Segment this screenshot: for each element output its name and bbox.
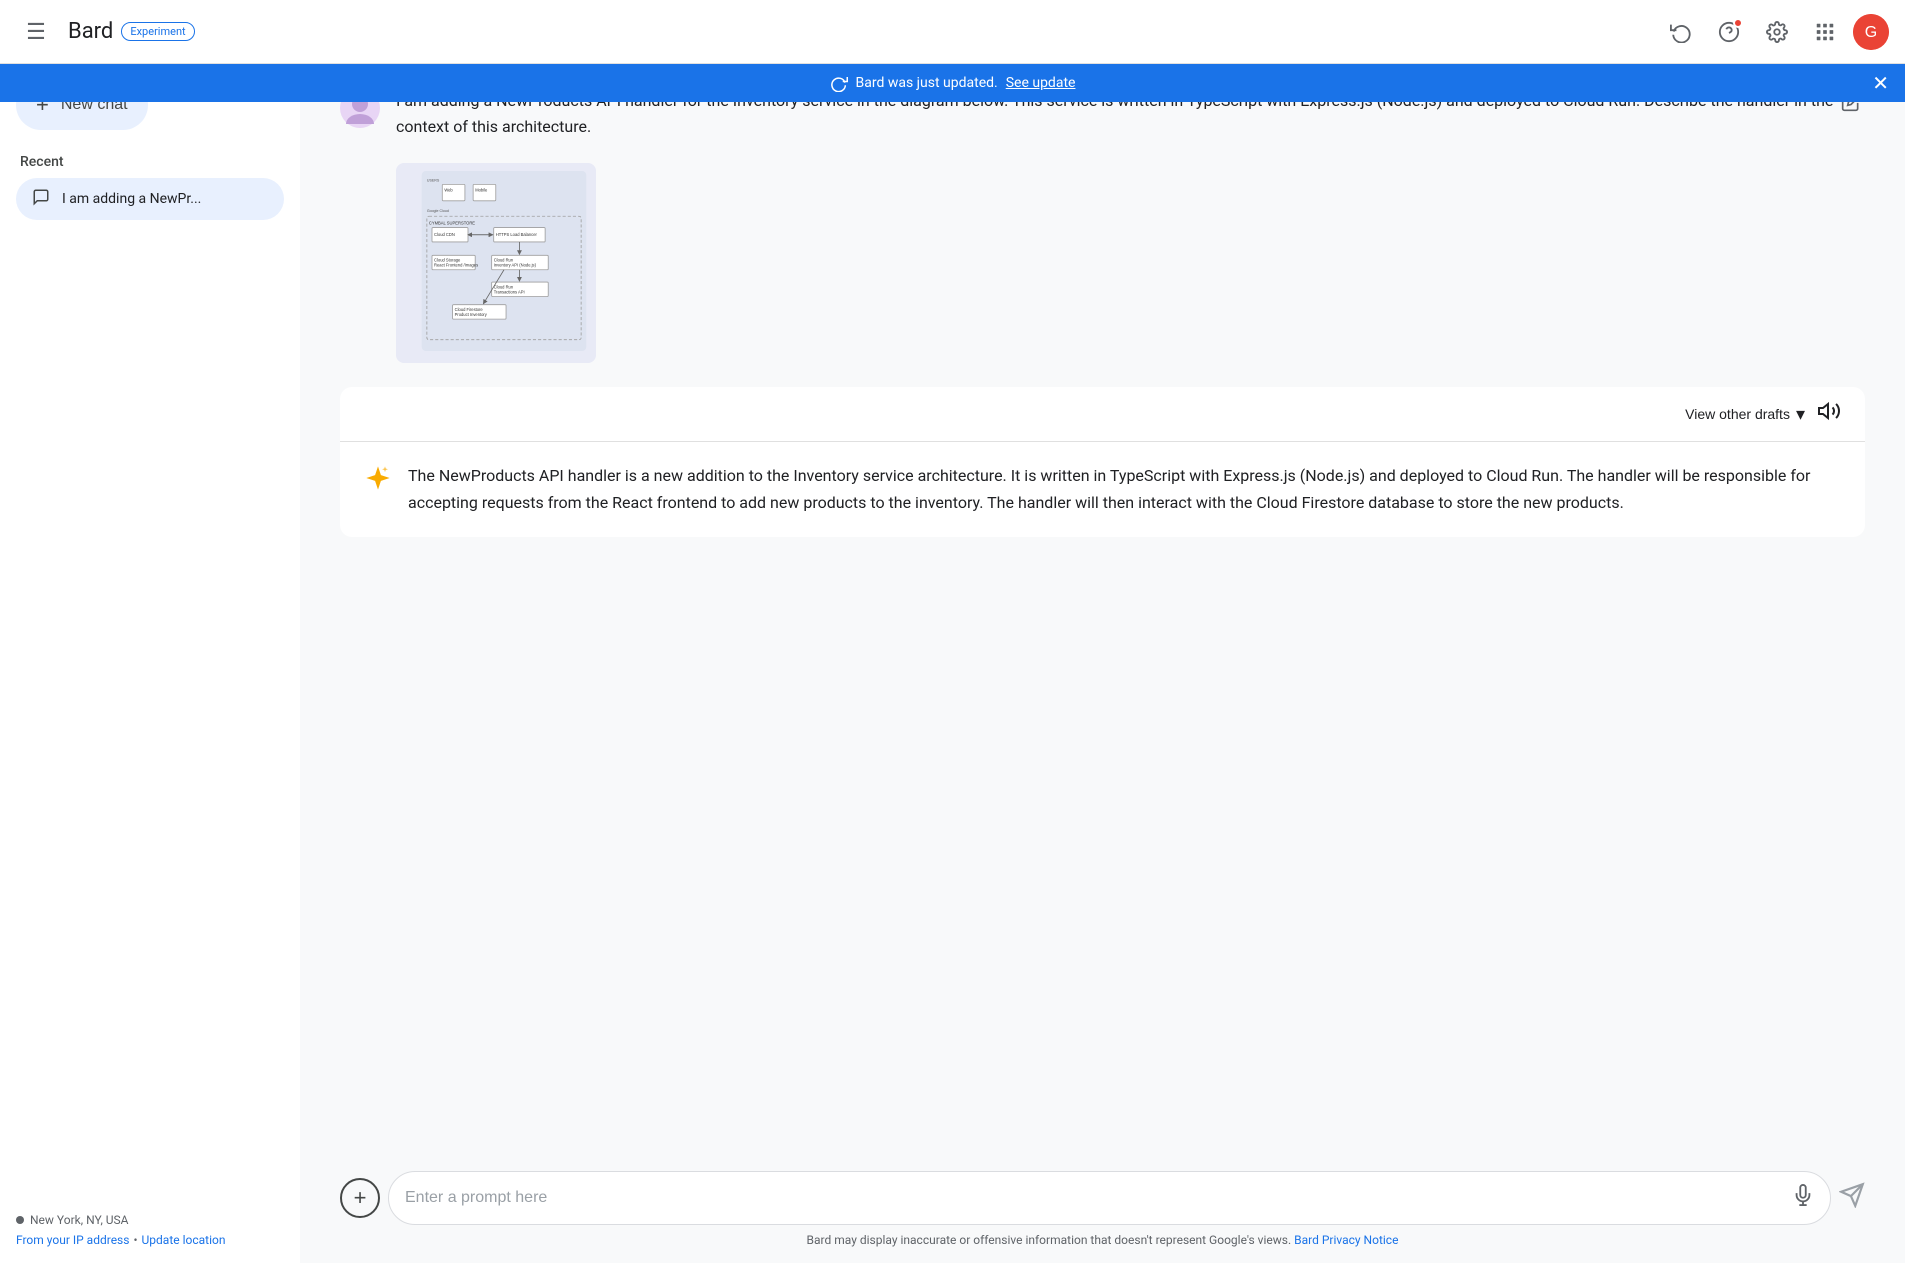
svg-text:Cloud CDN: Cloud CDN	[434, 232, 455, 237]
view-drafts-button[interactable]: View other drafts ▾	[1685, 404, 1805, 425]
settings-button[interactable]	[1757, 12, 1797, 52]
svg-text:CYMBAL SUPERSTORE: CYMBAL SUPERSTORE	[429, 221, 475, 226]
update-banner: Bard was just updated. See update ✕	[0, 64, 1905, 102]
volume-icon	[1817, 399, 1841, 423]
bard-star-icon	[364, 464, 392, 499]
plus-icon: +	[354, 1185, 367, 1211]
recent-label: Recent	[16, 154, 284, 170]
experiment-badge: Experiment	[121, 22, 194, 41]
disclaimer-text: Bard may display inaccurate or offensive…	[807, 1233, 1292, 1247]
location-info: New York, NY, USA	[16, 1213, 284, 1227]
avatar-button[interactable]: G	[1853, 14, 1889, 50]
sidebar: + New chat Recent I am adding a NewPr...…	[0, 64, 300, 1263]
menu-icon: ☰	[26, 19, 46, 45]
svg-text:G: G	[1865, 24, 1877, 41]
location-text: New York, NY, USA	[30, 1213, 129, 1227]
main-content: I am adding a NewProducts API handler fo…	[300, 64, 1905, 1263]
app-header: ☰ Bard Experiment	[0, 0, 1905, 64]
banner-close-button[interactable]: ✕	[1872, 71, 1889, 96]
location-dot	[16, 1216, 24, 1224]
send-icon	[1839, 1182, 1865, 1208]
bard-response-section: View other drafts ▾	[340, 387, 1865, 536]
add-content-button[interactable]: +	[340, 1178, 380, 1218]
notification-dot	[1733, 18, 1743, 28]
drafts-bar: View other drafts ▾	[340, 387, 1865, 442]
apps-button[interactable]	[1805, 12, 1845, 52]
svg-text:Product Inventory: Product Inventory	[455, 312, 488, 317]
microphone-button[interactable]	[1792, 1184, 1814, 1212]
svg-text:Transactions API: Transactions API	[494, 290, 525, 295]
prompt-input[interactable]	[405, 1189, 1784, 1207]
user-message-content: I am adding a NewProducts API handler fo…	[396, 88, 1865, 363]
avatar: G	[1853, 14, 1889, 50]
header-left: ☰ Bard Experiment	[16, 12, 195, 52]
history-icon	[1670, 21, 1692, 43]
svg-text:HTTPS Load Balancer: HTTPS Load Balancer	[496, 232, 538, 237]
banner-message: Bard was just updated.	[856, 75, 998, 91]
input-area: +	[300, 1159, 1905, 1263]
send-button[interactable]	[1839, 1182, 1865, 1214]
main-layout: + New chat Recent I am adding a NewPr...…	[0, 0, 1905, 1263]
svg-text:Mobile: Mobile	[475, 188, 488, 193]
update-icon	[830, 74, 848, 92]
history-button[interactable]	[1661, 12, 1701, 52]
logo-text: Bard	[68, 19, 113, 44]
header-right: G	[1661, 12, 1889, 52]
mic-icon	[1792, 1184, 1814, 1206]
chevron-down-icon: ▾	[1796, 404, 1805, 425]
recent-chat-item[interactable]: I am adding a NewPr...	[16, 178, 284, 220]
volume-button[interactable]	[1817, 399, 1841, 429]
diagram-svg: USERS Web Mobile Google Cloud CYMBAL SUP…	[404, 171, 604, 351]
from-ip-link[interactable]: From your IP address	[16, 1233, 129, 1247]
banner-link[interactable]: See update	[1006, 75, 1076, 91]
footer-links: From your IP address • Update location	[16, 1233, 284, 1247]
architecture-diagram: USERS Web Mobile Google Cloud CYMBAL SUP…	[396, 163, 596, 363]
apps-icon	[1814, 21, 1836, 43]
sparkle-icon	[364, 464, 392, 492]
settings-icon	[1766, 21, 1788, 43]
privacy-notice-link[interactable]: Bard Privacy Notice	[1294, 1233, 1398, 1247]
sidebar-footer: New York, NY, USA From your IP address •…	[16, 1197, 284, 1247]
svg-text:Inventory API (Node.js): Inventory API (Node.js)	[494, 263, 537, 268]
disclaimer: Bard may display inaccurate or offensive…	[340, 1233, 1865, 1255]
chat-icon	[32, 188, 50, 210]
chat-area: I am adding a NewProducts API handler fo…	[300, 64, 1905, 1159]
svg-text:Web: Web	[444, 188, 453, 193]
input-row: +	[340, 1171, 1865, 1225]
logo: Bard Experiment	[68, 19, 195, 44]
view-drafts-label: View other drafts	[1685, 406, 1790, 422]
menu-button[interactable]: ☰	[16, 12, 56, 52]
update-location-link[interactable]: Update location	[142, 1233, 226, 1247]
bard-response-content: The NewProducts API handler is a new add…	[340, 442, 1865, 536]
prompt-input-wrapper	[388, 1171, 1831, 1225]
svg-text:React Frontend /Images: React Frontend /Images	[434, 263, 478, 268]
footer-separator: •	[133, 1233, 137, 1247]
recent-item-label: I am adding a NewPr...	[62, 191, 201, 207]
help-button[interactable]	[1709, 12, 1749, 52]
svg-text:USERS: USERS	[427, 178, 440, 182]
bard-response-text: The NewProducts API handler is a new add…	[408, 462, 1841, 516]
svg-text:Google Cloud: Google Cloud	[427, 209, 449, 213]
user-message: I am adding a NewProducts API handler fo…	[340, 88, 1865, 363]
